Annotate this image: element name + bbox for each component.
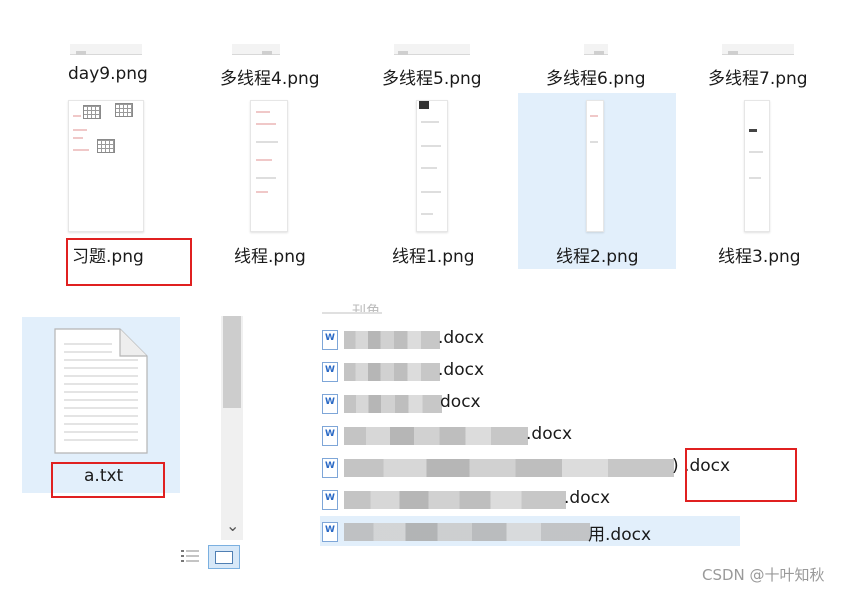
text-line: [590, 141, 598, 143]
redacted-filename: [344, 363, 440, 381]
list-item[interactable]: .docx: [320, 484, 620, 514]
list-separator: [322, 312, 382, 314]
text-line: [256, 141, 278, 143]
dark-block: [419, 101, 429, 109]
word-doc-icon: [322, 458, 338, 478]
list-item[interactable]: .docx: [320, 420, 580, 450]
file-label-thread1[interactable]: 线程1.png: [392, 242, 475, 267]
text-line: [256, 191, 268, 193]
list-item[interactable]: ) .docx: [320, 452, 740, 482]
redacted-filename: [344, 491, 566, 509]
text-line: [73, 137, 83, 139]
text-line: [421, 167, 437, 169]
table-graphic: [115, 103, 133, 117]
file-label-thread2[interactable]: 线程2.png: [556, 242, 639, 267]
thumbnail-multithread6[interactable]: [584, 44, 608, 55]
thumbnail-thread1[interactable]: [416, 100, 448, 232]
redacted-filename: [344, 427, 528, 445]
list-item[interactable]: docx: [320, 388, 481, 418]
text-line: [256, 177, 276, 179]
list-item-name: .docx: [438, 328, 485, 348]
text-line: [421, 191, 441, 193]
large-icons-view-icon[interactable]: [208, 545, 240, 569]
word-doc-icon: [322, 330, 338, 350]
file-label-day9[interactable]: day9.png: [68, 64, 148, 84]
list-item[interactable]: .docx: [320, 324, 490, 354]
text-line: [73, 129, 87, 131]
redacted-filename: [344, 459, 674, 477]
text-file-icon[interactable]: [54, 328, 148, 454]
list-item-name: .docx: [526, 424, 573, 444]
redacted-filename: [344, 331, 440, 349]
text-line: [421, 145, 441, 147]
table-graphic: [83, 105, 101, 119]
list-item-selected[interactable]: 用.docx: [320, 516, 740, 546]
file-label-thread3[interactable]: 线程3.png: [718, 242, 801, 267]
file-label-multithread4[interactable]: 多线程4.png: [220, 64, 320, 89]
list-item[interactable]: .docx: [320, 356, 490, 386]
file-label-multithread7[interactable]: 多线程7.png: [708, 64, 808, 89]
dark-block: [749, 129, 757, 132]
text-line: [73, 149, 89, 151]
annotation-box-exercise: [66, 238, 192, 286]
thumbnail-multithread4[interactable]: [232, 44, 280, 55]
file-label-multithread6[interactable]: 多线程6.png: [546, 64, 646, 89]
scrollbar-thumb[interactable]: [223, 316, 241, 408]
thumbnail-thread2[interactable]: [586, 100, 604, 232]
watermark: CSDN @十叶知秋: [702, 566, 825, 584]
redacted-filename: [344, 523, 590, 541]
details-view-icon[interactable]: [180, 548, 200, 562]
word-doc-icon: [322, 426, 338, 446]
table-graphic: [97, 139, 115, 153]
thumbnail-multithread5[interactable]: [394, 44, 470, 55]
text-line: [421, 121, 439, 123]
text-line: [256, 111, 270, 113]
text-line: [749, 177, 761, 179]
text-line: [590, 115, 598, 117]
annotation-box-a-txt: [51, 462, 165, 498]
thumbnail-thread[interactable]: [250, 100, 288, 232]
redacted-filename: [344, 395, 442, 413]
scroll-down-arrow[interactable]: ⌄: [226, 516, 239, 535]
text-line: [256, 123, 276, 125]
thumbnail-day9[interactable]: [70, 44, 142, 55]
list-item-name: .docx: [438, 360, 485, 380]
file-label-thread[interactable]: 线程.png: [234, 242, 306, 267]
thumbnail-multithread7[interactable]: [722, 44, 794, 55]
thumbnail-exercise[interactable]: [68, 100, 144, 232]
view-icon-inner: [215, 551, 233, 564]
vertical-scrollbar[interactable]: ⌄: [221, 316, 243, 540]
word-doc-icon: [322, 394, 338, 414]
file-label-multithread5[interactable]: 多线程5.png: [382, 64, 482, 89]
word-doc-icon: [322, 362, 338, 382]
list-item-name: 用.docx: [588, 525, 652, 545]
word-doc-icon: [322, 522, 338, 542]
text-line: [73, 115, 81, 117]
thumbnail-thread3[interactable]: [744, 100, 770, 232]
list-item-name: .docx: [564, 488, 611, 508]
word-doc-icon: [322, 490, 338, 510]
annotation-box-docx: [685, 448, 797, 502]
list-item-name: docx: [440, 392, 481, 412]
text-line: [749, 151, 763, 153]
text-line: [421, 213, 433, 215]
text-line: [256, 159, 272, 161]
